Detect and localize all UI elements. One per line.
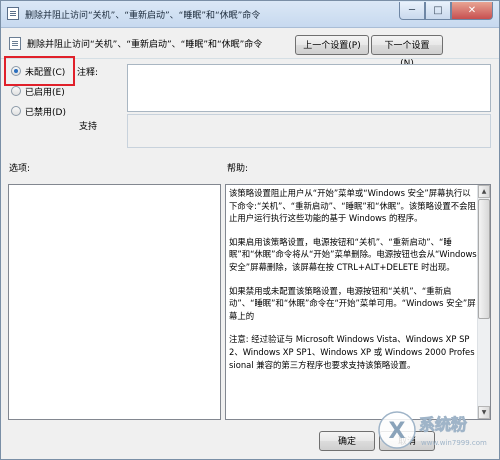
maximize-button[interactable]: □ [425,2,451,20]
options-pane [8,184,221,420]
help-paragraph: 该策略设置阻止用户从“开始”菜单或“Windows 安全”屏幕执行以下命令:“关… [229,188,476,224]
options-label: 选项: [9,164,31,174]
window-title: 删除并阻止访问“关机”、“重新启动”、“睡眠”和“休眠”命令 [25,11,261,21]
radio-label: 已禁用(D) [25,107,66,118]
watermark-logo-icon: X 系统粉 www.win7999.com [378,411,487,449]
help-paragraph: 如果启用该策略设置，电源按钮和“关机”、“重新启动”、“睡眠”和“休眠”命令将从… [229,236,477,272]
minimize-button[interactable]: ─ [399,2,425,20]
ok-button[interactable]: 确定 [319,431,375,451]
policy-document-icon [7,7,19,20]
radio-button-selected[interactable] [11,66,21,76]
scroll-thumb[interactable] [478,199,490,319]
separator [1,58,499,59]
help-label: 帮助: [227,164,249,174]
policy-setting-window: 删除并阻止访问“关机”、“重新启动”、“睡眠”和“休眠”命令 ─ □ ✕ 删除并… [0,0,500,460]
help-scrollbar[interactable]: ▲ ▼ [477,185,490,419]
watermark-text: 系统粉 [419,415,467,434]
watermark-logo: X 系统粉 www.win7999.com [377,405,495,455]
radio-disabled[interactable]: 已禁用(D) [11,103,66,119]
title-bar[interactable]: 删除并阻止访问“关机”、“重新启动”、“睡眠”和“休眠”命令 ─ □ ✕ [1,1,499,28]
radio-button[interactable] [11,106,21,116]
radio-enabled[interactable]: 已启用(E) [11,83,65,99]
watermark-url: www.win7999.com [421,439,487,447]
radio-button[interactable] [11,86,21,96]
supported-on-field [127,114,491,148]
scroll-up-arrow-icon[interactable]: ▲ [478,185,490,198]
radio-label: 未配置(C) [25,67,66,78]
comment-label: 注释: [77,68,99,78]
comment-textarea[interactable] [127,64,491,112]
close-button[interactable]: ✕ [451,2,493,20]
help-paragraph: 如果禁用或未配置该策略设置，电源按钮和“关机”、“重新启动”、“睡眠”和“休眠”… [229,285,476,321]
svg-text:X: X [389,419,406,444]
next-setting-button[interactable]: 下一个设置(N) [371,35,443,69]
setting-title: 删除并阻止访问“关机”、“重新启动”、“睡眠”和“休眠”命令 [27,40,263,50]
radio-label: 已启用(E) [25,87,65,98]
window-controls: ─ □ ✕ [399,2,493,22]
help-paragraph: 注意: 经过验证与 Microsoft Windows Vista、Window… [229,334,475,370]
help-text: 该策略设置阻止用户从“开始”菜单或“Windows 安全”屏幕执行以下命令:“关… [229,187,477,382]
radio-not-configured[interactable]: 未配置(C) [11,63,65,79]
previous-setting-button[interactable]: 上一个设置(P) [295,35,369,55]
policy-document-icon [9,37,21,50]
support-label: 支持 [79,122,98,132]
help-pane: 该策略设置阻止用户从“开始”菜单或“Windows 安全”屏幕执行以下命令:“关… [225,184,491,420]
